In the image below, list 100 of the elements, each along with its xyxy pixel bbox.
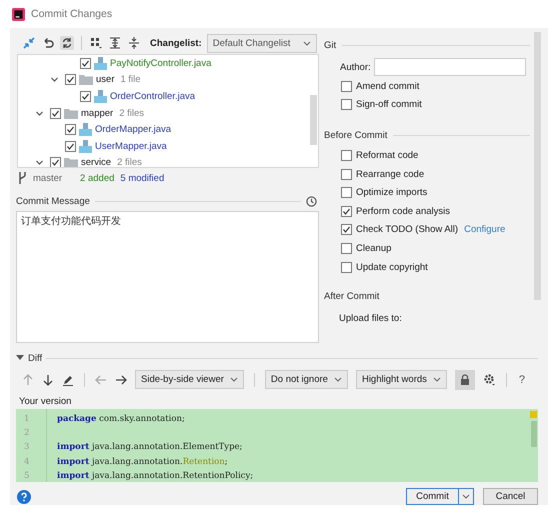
folder-name[interactable]: service (81, 157, 112, 167)
option-label[interactable]: Optimize imports (356, 187, 428, 198)
clock-icon[interactable] (306, 196, 317, 206)
app-logo-icon (12, 8, 25, 20)
folder-icon (79, 74, 93, 86)
scrollbar[interactable] (530, 420, 536, 447)
section-label: Before Commit (324, 130, 388, 141)
collapse-all-icon[interactable] (127, 36, 141, 50)
folder-name[interactable]: mapper (81, 108, 114, 119)
option-label[interactable]: Check TODO (Show All) (356, 224, 458, 236)
pencil-icon[interactable] (62, 374, 74, 386)
dropdown-caret-icon (230, 377, 238, 382)
folder-icon (64, 108, 78, 119)
commit-button[interactable]: Commit (406, 488, 474, 505)
line-number: 2 (23, 427, 30, 440)
dropdown-caret-icon (334, 377, 342, 382)
java-file-icon (94, 56, 107, 70)
added-count: 2 added (80, 172, 114, 184)
dropdown-caret-icon (432, 377, 441, 382)
code-line: import java.lang.annotation.Retention; (57, 456, 228, 467)
expand-all-icon[interactable] (108, 36, 122, 50)
ignore-dropdown[interactable]: Do not ignore (264, 370, 348, 390)
section-label: After Commit (324, 290, 380, 302)
file-count: 2 files (117, 157, 142, 167)
arrow-down-icon[interactable] (42, 374, 54, 386)
checkbox[interactable] (50, 108, 61, 119)
highlight-dropdown[interactable]: Highlight words (356, 370, 447, 390)
version-label: Your version (18, 394, 72, 407)
file-name[interactable]: OrderController.java (110, 90, 196, 102)
option-label[interactable]: Update copyright (356, 262, 428, 273)
refresh-icon[interactable] (60, 36, 74, 50)
option-label[interactable]: Perform code analysis (356, 206, 450, 217)
checkbox[interactable] (50, 157, 61, 167)
checkbox[interactable] (341, 262, 352, 273)
branch-icon (18, 172, 27, 184)
checkbox[interactable] (341, 187, 352, 198)
lock-icon[interactable] (454, 370, 475, 390)
chevron-down-icon[interactable] (35, 108, 44, 118)
checkbox[interactable] (80, 90, 91, 102)
code-line: package com.sky.annotation; (57, 414, 185, 424)
line-number: 3 (23, 441, 30, 454)
upload-label: Upload files to: (338, 313, 403, 324)
scrollbar[interactable] (310, 95, 317, 145)
dropdown-caret-icon (302, 40, 311, 46)
checkbox[interactable] (65, 74, 76, 86)
window-title: Commit Changes (31, 8, 112, 20)
arrows-icon[interactable] (22, 36, 36, 50)
checkbox[interactable] (65, 124, 76, 136)
help-button[interactable]: ? (518, 374, 526, 386)
code-line: import java.lang.annotation.RetentionPolicy; (57, 471, 254, 481)
viewer-dropdown[interactable]: Side-by-side viewer (135, 370, 244, 390)
line-number: 5 (23, 470, 30, 482)
java-file-icon (79, 123, 92, 136)
file-count: 2 files (119, 108, 144, 119)
commit-message-field[interactable]: 订单支付功能代码开发 (16, 211, 319, 343)
checkbox[interactable] (80, 58, 91, 69)
checkbox[interactable] (65, 140, 76, 152)
triangle-down-icon[interactable] (16, 355, 24, 362)
option-label[interactable]: Cleanup (356, 242, 392, 254)
file-name[interactable]: UserMapper.java (95, 140, 167, 152)
folder-icon (64, 157, 78, 167)
chevron-down-icon[interactable] (50, 75, 59, 84)
option-label[interactable]: Rearrange code (356, 168, 424, 180)
checkbox[interactable] (341, 99, 352, 110)
file-name[interactable]: OrderMapper.java (95, 124, 172, 136)
configure-link[interactable]: Configure (464, 224, 506, 236)
modified-count: 5 modified (120, 172, 164, 184)
checkbox[interactable] (341, 80, 352, 92)
section-label: Git (324, 40, 336, 50)
option-label[interactable]: Reformat code (356, 150, 418, 161)
java-file-icon (94, 90, 107, 103)
checkbox[interactable] (341, 242, 352, 254)
gear-icon[interactable] (482, 373, 496, 386)
branch-name[interactable]: master (33, 172, 62, 184)
java-file-icon (79, 140, 92, 153)
section-label: Commit Message (16, 196, 90, 206)
scrollbar[interactable] (534, 32, 541, 300)
line-number: 1 (23, 412, 30, 426)
file-name[interactable]: PayNotifyController.java (110, 58, 212, 69)
checkbox[interactable] (341, 150, 352, 161)
changelist-label: Changelist: (150, 38, 202, 48)
code-line: import java.lang.annotation.ElementType; (57, 442, 242, 452)
checkbox[interactable] (341, 168, 352, 180)
changelist-dropdown[interactable]: Default Changelist (206, 34, 317, 52)
file-count: 1 file (120, 74, 141, 86)
group-icon[interactable] (89, 36, 103, 50)
dropdown-caret-icon (462, 494, 470, 499)
line-number: 4 (23, 456, 30, 469)
checkbox[interactable] (341, 224, 352, 236)
author-label: Author: (340, 62, 371, 72)
author-field[interactable] (374, 58, 526, 76)
folder-name[interactable]: user (96, 74, 114, 86)
option-label[interactable]: Amend commit (356, 80, 420, 92)
chevron-down-icon[interactable] (35, 158, 44, 167)
checkbox[interactable] (341, 206, 352, 217)
cancel-button[interactable]: Cancel (483, 488, 538, 505)
help-icon[interactable] (17, 490, 31, 504)
change-marker (530, 410, 537, 418)
arrow-right-icon[interactable] (115, 374, 127, 386)
option-label[interactable]: Sign-off commit (356, 99, 422, 110)
